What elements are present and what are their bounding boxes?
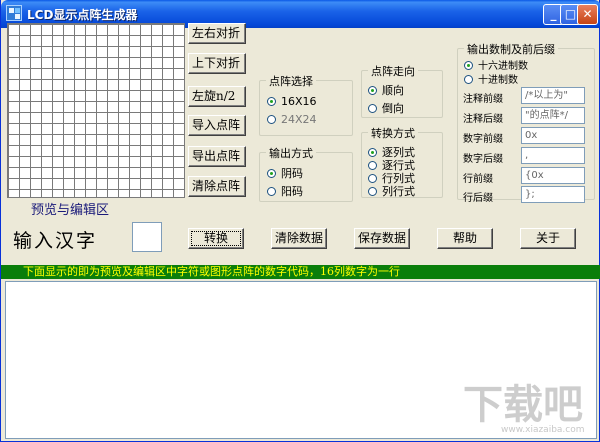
- row-prefix-input[interactable]: {0x: [521, 167, 585, 184]
- reverse-radio[interactable]: 倒向: [368, 100, 404, 116]
- flip-horizontal-button[interactable]: 左右对折: [188, 23, 246, 44]
- dot-matrix-editor-grid[interactable]: [7, 23, 185, 198]
- column-row-radio[interactable]: 列行式: [368, 183, 415, 199]
- output-yin-radio[interactable]: 阴码: [267, 165, 303, 181]
- about-button[interactable]: 关于: [520, 228, 576, 249]
- decimal-radio[interactable]: 十进制数: [464, 71, 518, 86]
- dot-16x16-radio[interactable]: 16X16: [267, 95, 317, 108]
- convert-button[interactable]: 转换: [188, 228, 244, 249]
- comment-suffix-label: 注释后缀: [463, 114, 503, 125]
- dot-select-title: 点阵选择: [266, 73, 316, 89]
- number-prefix-label: 数字前缀: [463, 134, 503, 145]
- clear-matrix-button[interactable]: 清除点阵: [188, 176, 246, 197]
- dot-24x24-radio[interactable]: 24X24: [267, 113, 317, 126]
- number-suffix-label: 数字后缀: [463, 154, 503, 165]
- dot-select-group: 点阵选择 16X16 24X24: [259, 73, 353, 136]
- instruction-strip: 下面显示的即为预览及编辑区中字符或图形点阵的数字代码，16列数字为一行: [1, 265, 600, 279]
- comment-prefix-label: 注释前缀: [463, 94, 503, 105]
- convert-mode-title: 转换方式: [368, 125, 418, 141]
- output-mode-group: 输出方式 阴码 阳码: [259, 145, 353, 202]
- clear-data-button[interactable]: 清除数据: [271, 228, 327, 249]
- comment-prefix-input[interactable]: /*以上为": [521, 87, 585, 104]
- number-format-title: 输出数制及前后缀: [464, 41, 558, 57]
- convert-mode-group: 转换方式 逐列式 逐行式 行列式 列行式: [361, 125, 443, 199]
- watermark-logo: 下载吧: [463, 382, 583, 428]
- row-suffix-input[interactable]: };: [521, 186, 585, 203]
- app-window: LCD显示点阵生成器 _ □ ✕ 预览与编辑区 左右对折 上下对折 左旋n/2 …: [0, 0, 600, 442]
- input-chinese-label: 输入汉字: [13, 230, 98, 252]
- export-matrix-button[interactable]: 导出点阵: [188, 146, 246, 167]
- close-button[interactable]: ✕: [577, 4, 598, 25]
- window-title: LCD显示点阵生成器: [27, 8, 138, 22]
- row-prefix-label: 行前缀: [463, 174, 493, 185]
- help-button[interactable]: 帮助: [437, 228, 493, 249]
- row-suffix-label: 行后缀: [463, 193, 493, 204]
- rotate-left-button[interactable]: 左旋n/2: [188, 86, 246, 107]
- scan-direction-title: 点阵走向: [368, 63, 418, 79]
- forward-radio[interactable]: 顺向: [368, 82, 404, 98]
- flip-vertical-button[interactable]: 上下对折: [188, 53, 246, 74]
- preview-label: 预览与编辑区: [31, 203, 110, 218]
- save-data-button[interactable]: 保存数据: [354, 228, 410, 249]
- watermark-url: www.xiazaiba.com: [501, 425, 585, 435]
- import-matrix-button[interactable]: 导入点阵: [188, 115, 246, 136]
- number-suffix-input[interactable]: ,: [521, 147, 585, 164]
- output-mode-title: 输出方式: [266, 145, 316, 161]
- output-yang-radio[interactable]: 阳码: [267, 183, 303, 199]
- app-icon: [6, 5, 22, 21]
- hex-radio[interactable]: 十六进制数: [464, 57, 528, 72]
- scan-direction-group: 点阵走向 顺向 倒向: [361, 63, 443, 118]
- number-prefix-input[interactable]: 0x: [521, 127, 585, 144]
- chinese-char-input[interactable]: [132, 222, 162, 252]
- comment-suffix-input[interactable]: "的点阵*/: [521, 107, 585, 124]
